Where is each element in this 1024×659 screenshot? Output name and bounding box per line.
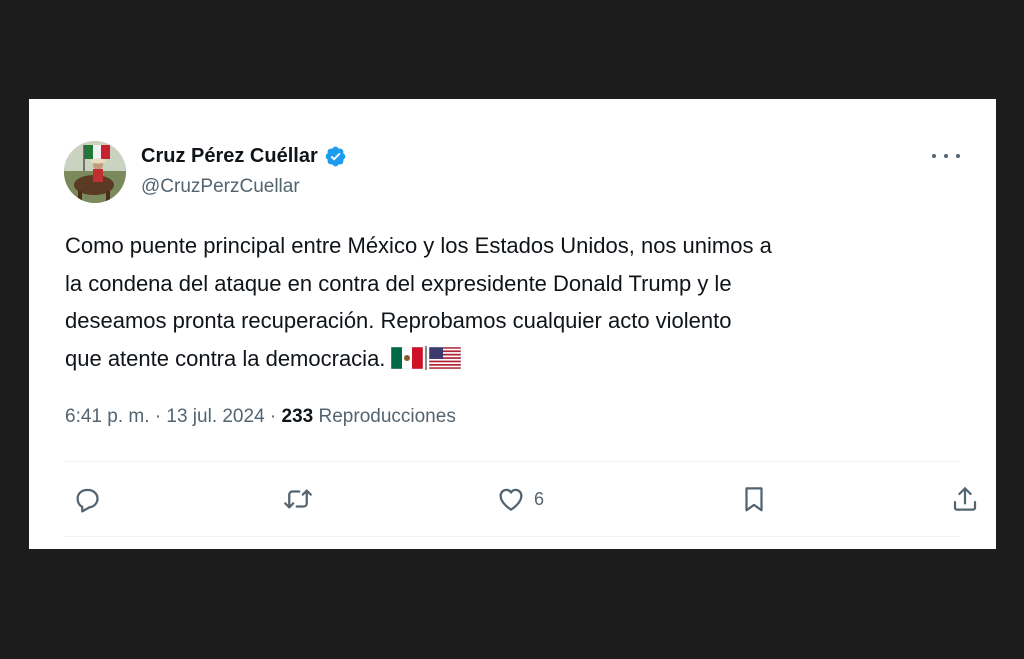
tweet-date[interactable]: 13 jul. 2024: [166, 406, 264, 427]
share-icon: [953, 487, 977, 511]
tweet-text-line: la condena del ataque en contra del expr…: [65, 270, 732, 296]
tweet-text-line: deseamos pronta recuperación. Reprobamos…: [65, 308, 732, 333]
meta-separator: ·: [269, 406, 277, 427]
divider-bottom: [64, 536, 960, 537]
tweet-text-line-last: que atente contra la democracia.: [65, 340, 965, 378]
retweet-icon: [284, 489, 312, 509]
retweet-button[interactable]: [283, 477, 313, 521]
tweet-text-line: Como puente principal entre México y los…: [65, 233, 772, 258]
tweet-meta: 6:41 p. m. · 13 jul. 2024 · 233 Reproduc…: [65, 406, 456, 428]
like-count: 6: [534, 488, 545, 509]
author-handle[interactable]: @CruzPerzCuellar: [141, 176, 300, 198]
like-button[interactable]: 6: [496, 477, 544, 521]
avatar[interactable]: [64, 141, 126, 203]
verified-badge-icon: [324, 145, 347, 168]
action-bar: 6: [64, 477, 977, 521]
tweet-time[interactable]: 6:41 p. m.: [65, 406, 150, 427]
flag-emojis: [391, 345, 462, 370]
author-display-name[interactable]: Cruz Pérez Cuéllar: [141, 145, 318, 168]
tweet-text-line: que atente contra la democracia.: [65, 345, 386, 371]
reply-button[interactable]: [72, 477, 102, 521]
share-button[interactable]: [950, 477, 980, 521]
views-label: Reproducciones: [318, 406, 456, 427]
views-count: 233: [281, 406, 314, 427]
more-icon[interactable]: [932, 151, 960, 161]
bookmark-button[interactable]: [739, 477, 769, 521]
bookmark-icon: [745, 487, 763, 512]
like-icon: [499, 488, 523, 511]
author-name-row: Cruz Pérez Cuéllar: [141, 145, 347, 168]
usa-flag-icon: [429, 346, 462, 369]
reply-icon: [76, 488, 99, 513]
tweet-text: Como puente principal entre México y los…: [65, 227, 965, 377]
meta-separator: ·: [154, 406, 162, 427]
tweet-card: Cruz Pérez Cuéllar @CruzPerzCuellar Como…: [29, 99, 996, 549]
mexico-flag-icon: [391, 346, 424, 369]
divider-top: [64, 461, 960, 462]
